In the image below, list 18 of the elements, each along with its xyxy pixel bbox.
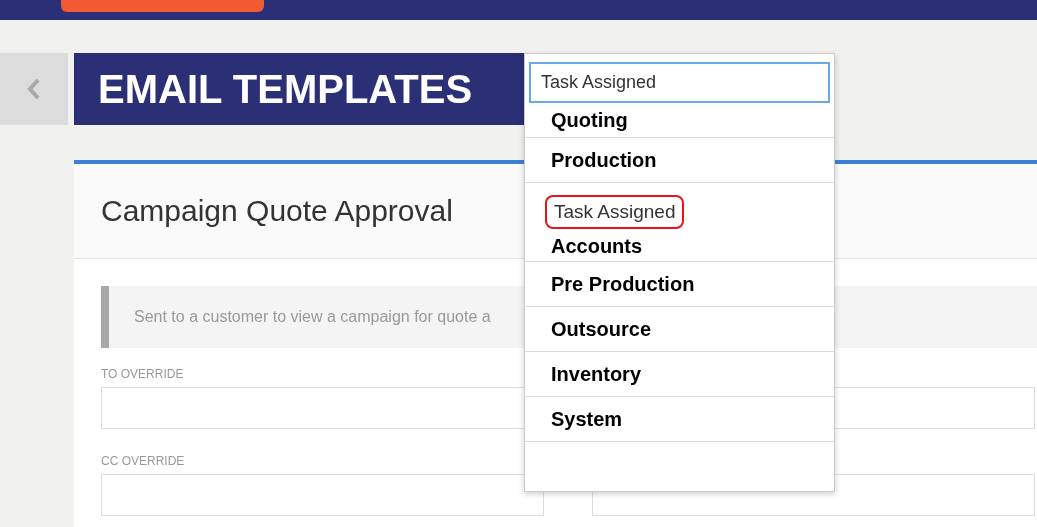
nav-button[interactable] bbox=[61, 0, 264, 12]
field-label: TO OVERRIDE bbox=[101, 367, 184, 381]
template-title: Campaign Quote Approval bbox=[101, 194, 453, 228]
menu-item[interactable]: Task Assigned bbox=[545, 195, 685, 229]
menu-item[interactable]: Outsource bbox=[549, 311, 661, 347]
description-text: Sent to a customer to view a campaign for quote a bbox=[134, 308, 491, 326]
menu-item[interactable]: Pre Production bbox=[549, 266, 704, 302]
search-field[interactable]: Task Assigned bbox=[529, 62, 830, 103]
menu-item[interactable]: Production bbox=[549, 142, 666, 178]
back-button[interactable] bbox=[0, 53, 68, 125]
field-label: CC OVERRIDE bbox=[101, 454, 185, 468]
menu-item[interactable]: Quoting bbox=[549, 102, 637, 138]
menu-item[interactable]: System bbox=[549, 401, 632, 437]
chevron-left-icon bbox=[27, 77, 41, 101]
page-title: EMAIL TEMPLATES bbox=[98, 66, 473, 112]
menu-item[interactable]: Inventory bbox=[549, 356, 651, 392]
menu-item[interactable]: Accounts bbox=[549, 229, 652, 264]
input-field[interactable] bbox=[101, 474, 544, 516]
